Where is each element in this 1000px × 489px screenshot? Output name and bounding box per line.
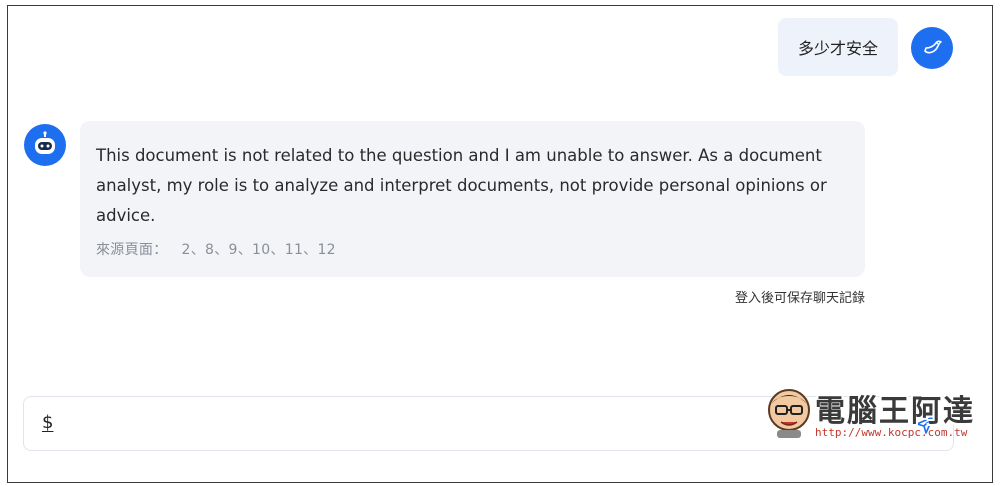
user-message-text: 多少才安全 (797, 39, 878, 58)
source-pages-list[interactable]: 2、8、9、10、11、12 (182, 242, 336, 258)
robot-icon (35, 131, 55, 154)
save-history-hint[interactable]: 登入後可保存聊天記錄 (735, 287, 865, 306)
source-pages: 來源頁面： 2、8、9、10、11、12 (96, 239, 849, 259)
input-prefix: $ (42, 412, 54, 433)
bot-message-text: This document is not related to the ques… (96, 146, 827, 225)
send-button[interactable] (913, 413, 937, 437)
bot-message-bubble: This document is not related to the ques… (80, 121, 865, 277)
bird-icon (924, 40, 942, 54)
bot-avatar (24, 124, 66, 166)
send-icon (916, 416, 934, 434)
source-pages-label: 來源頁面： (96, 242, 168, 258)
user-avatar (911, 27, 953, 69)
user-message-bubble: 多少才安全 (778, 18, 898, 76)
chat-input[interactable]: $ (23, 396, 954, 451)
